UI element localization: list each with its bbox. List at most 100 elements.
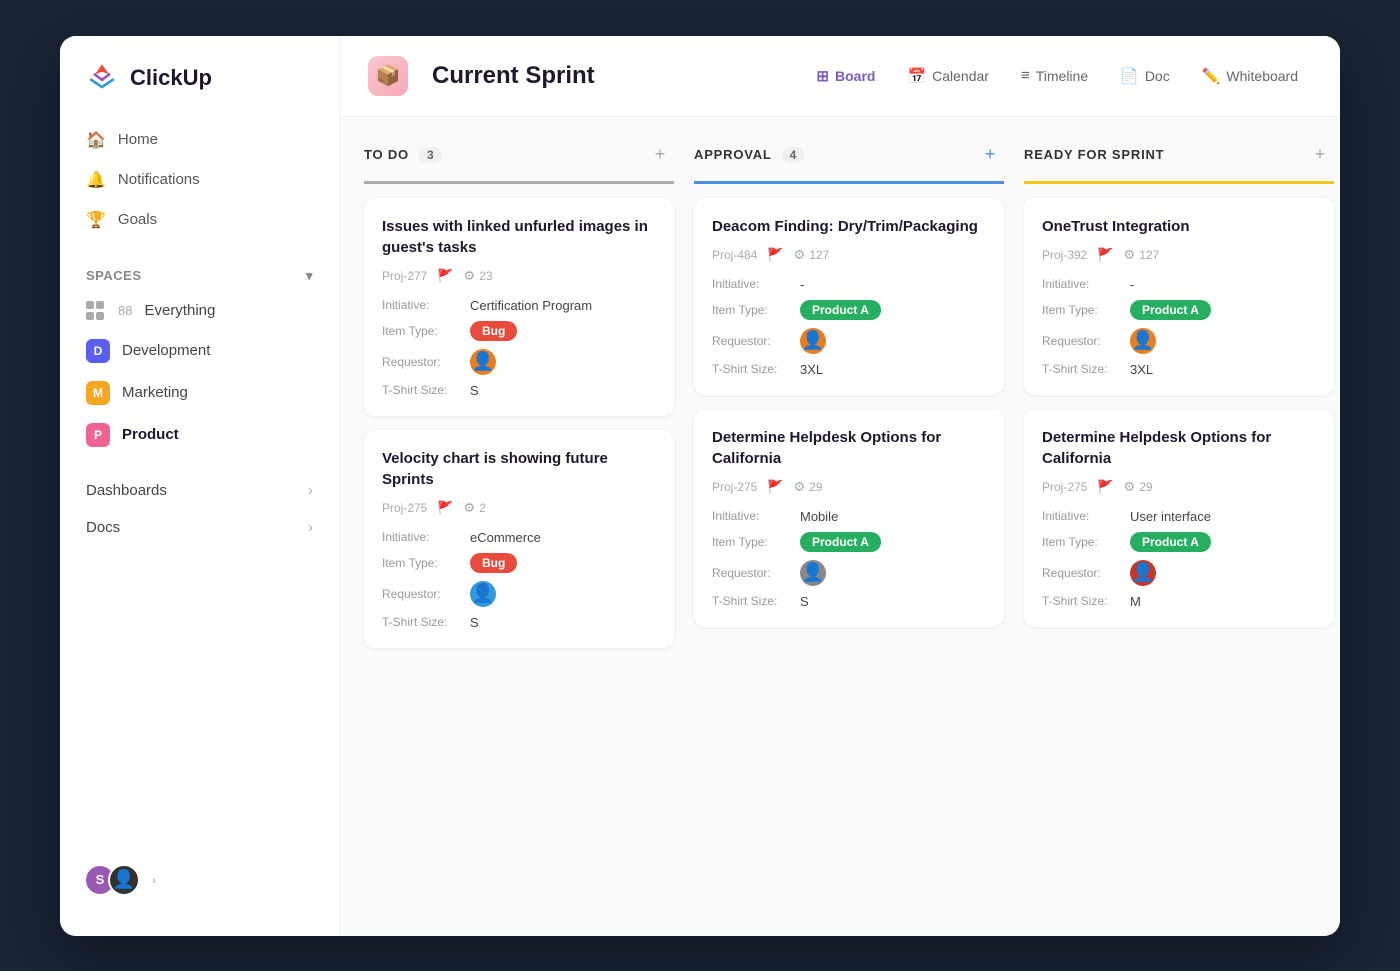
- approval-title: APPROVAL: [694, 147, 772, 162]
- board-container: TO DO 3 + Issues with linked unfurled im…: [340, 117, 1340, 936]
- flag-green-icon: 🚩: [767, 247, 783, 263]
- points-icon: ⚙: [464, 268, 476, 284]
- tshirt-label: T-Shirt Size:: [712, 362, 792, 376]
- tab-board[interactable]: ⊞ Board: [802, 59, 889, 93]
- docs-label: Docs: [86, 519, 120, 536]
- field-initiative: Initiative: eCommerce: [382, 530, 656, 545]
- sidebar-navigation: 🏠 Home 🔔 Notifications 🏆 Goals: [60, 120, 339, 240]
- requestor-avatar-3: 👤: [800, 328, 826, 354]
- logo: ClickUp: [60, 60, 339, 120]
- tab-doc-label: Doc: [1145, 68, 1170, 84]
- card-approval-2-fields: Initiative: Mobile Item Type: Product A …: [712, 509, 986, 609]
- tshirt-value: M: [1130, 594, 1141, 609]
- card-approval-1-fields: Initiative: - Item Type: Product A Reque…: [712, 277, 986, 377]
- points-icon: ⚙: [464, 500, 476, 516]
- column-approval-header: APPROVAL 4 +: [694, 141, 1004, 184]
- item-type-label: Item Type:: [712, 535, 792, 549]
- sidebar-item-docs[interactable]: Docs ›: [72, 509, 327, 546]
- sidebar-item-development[interactable]: D Development: [72, 330, 327, 372]
- requestor-label: Requestor:: [1042, 334, 1122, 348]
- goals-label: Goals: [118, 211, 157, 228]
- item-type-label: Item Type:: [1042, 535, 1122, 549]
- card-ready-1-title: OneTrust Integration: [1042, 216, 1316, 237]
- calendar-icon: 📅: [907, 67, 926, 85]
- points-icon: ⚙: [1124, 247, 1136, 263]
- ready-add-button[interactable]: +: [1306, 141, 1334, 169]
- person-icon: 👤: [802, 562, 824, 583]
- tshirt-value: 3XL: [800, 362, 823, 377]
- initiative-value: -: [800, 277, 804, 292]
- field-initiative: Initiative: User interface: [1042, 509, 1316, 524]
- requestor-label: Requestor:: [1042, 566, 1122, 580]
- column-ready: READY FOR SPRINT + OneTrust Integration …: [1024, 141, 1334, 912]
- tab-calendar[interactable]: 📅 Calendar: [893, 59, 1003, 93]
- column-approval: APPROVAL 4 + Deacom Finding: Dry/Trim/Pa…: [694, 141, 1004, 912]
- tshirt-value: S: [470, 383, 479, 398]
- initiative-label: Initiative:: [1042, 277, 1122, 291]
- sidebar-item-everything[interactable]: 88 Everything: [72, 292, 327, 330]
- tab-whiteboard[interactable]: ✏️ Whiteboard: [1188, 59, 1312, 93]
- tshirt-value: S: [800, 594, 809, 609]
- todo-add-button[interactable]: +: [646, 141, 674, 169]
- field-tshirt: T-Shirt Size: 3XL: [1042, 362, 1316, 377]
- development-badge: D: [86, 339, 110, 363]
- logo-text: ClickUp: [130, 65, 212, 91]
- tab-timeline[interactable]: ≡ Timeline: [1007, 59, 1102, 92]
- product-a-badge-3: Product A: [1130, 300, 1211, 320]
- tshirt-value: 3XL: [1130, 362, 1153, 377]
- field-tshirt: T-Shirt Size: M: [1042, 594, 1316, 609]
- initiative-value: -: [1130, 277, 1134, 292]
- card-ready-2-points: ⚙ 29: [1124, 479, 1153, 495]
- everything-label: Everything: [144, 302, 215, 319]
- card-approval-1: Deacom Finding: Dry/Trim/Packaging Proj-…: [694, 198, 1004, 395]
- sidebar-item-goals[interactable]: 🏆 Goals: [72, 200, 327, 240]
- spaces-section: Spaces ▾ 88 Everything D Development: [60, 240, 339, 456]
- product-a-badge: Product A: [800, 300, 881, 320]
- item-type-label: Item Type:: [382, 556, 462, 570]
- card-ready-1: OneTrust Integration Proj-392 🚩 ⚙ 127 In…: [1024, 198, 1334, 395]
- field-item-type: Item Type: Product A: [712, 532, 986, 552]
- sidebar-item-home[interactable]: 🏠 Home: [72, 120, 327, 160]
- card-todo-1-points: ⚙ 23: [464, 268, 493, 284]
- spaces-header: Spaces ▾: [72, 260, 327, 292]
- bell-icon: 🔔: [86, 170, 106, 190]
- initiative-value: Mobile: [800, 509, 838, 524]
- development-label: Development: [122, 342, 210, 359]
- whiteboard-icon: ✏️: [1202, 67, 1221, 85]
- field-initiative: Initiative: -: [1042, 277, 1316, 292]
- trophy-icon: 🏆: [86, 210, 106, 230]
- initiative-label: Initiative:: [382, 530, 462, 544]
- header-tabs: ⊞ Board 📅 Calendar ≡ Timeline 📄 Doc ✏️: [802, 59, 1312, 93]
- initiative-label: Initiative:: [382, 298, 462, 312]
- field-tshirt: T-Shirt Size: S: [382, 615, 656, 630]
- requestor-avatar-6: 👤: [1130, 560, 1156, 586]
- requestor-label: Requestor:: [382, 587, 462, 601]
- requestor-label: Requestor:: [712, 566, 792, 580]
- tshirt-value: S: [470, 615, 479, 630]
- approval-add-button[interactable]: +: [976, 141, 1004, 169]
- card-approval-1-title: Deacom Finding: Dry/Trim/Packaging: [712, 216, 986, 237]
- bug-badge: Bug: [470, 321, 517, 341]
- sidebar-item-marketing[interactable]: M Marketing: [72, 372, 327, 414]
- field-item-type: Item Type: Bug: [382, 553, 656, 573]
- field-item-type: Item Type: Bug: [382, 321, 656, 341]
- tab-doc[interactable]: 📄 Doc: [1106, 59, 1184, 93]
- sidebar-item-dashboards[interactable]: Dashboards ›: [72, 472, 327, 509]
- product-label: Product: [122, 426, 179, 443]
- item-type-label: Item Type:: [1042, 303, 1122, 317]
- flag-blue-icon: 🚩: [437, 500, 453, 516]
- card-approval-2-points: ⚙ 29: [794, 479, 823, 495]
- card-todo-1-id: Proj-277: [382, 269, 427, 283]
- field-requestor: Requestor: 👤: [1042, 560, 1316, 586]
- card-approval-2: Determine Helpdesk Options for Californi…: [694, 409, 1004, 627]
- marketing-badge: M: [86, 381, 110, 405]
- grid-icon: [86, 301, 106, 321]
- card-ready-1-meta: Proj-392 🚩 ⚙ 127: [1042, 247, 1316, 263]
- sidebar-item-product[interactable]: P Product: [72, 414, 327, 456]
- points-icon: ⚙: [1124, 479, 1136, 495]
- bug-badge-2: Bug: [470, 553, 517, 573]
- sidebar-item-notifications[interactable]: 🔔 Notifications: [72, 160, 327, 200]
- ready-title: READY FOR SPRINT: [1024, 147, 1164, 162]
- requestor-label: Requestor:: [712, 334, 792, 348]
- tab-board-label: Board: [835, 68, 875, 84]
